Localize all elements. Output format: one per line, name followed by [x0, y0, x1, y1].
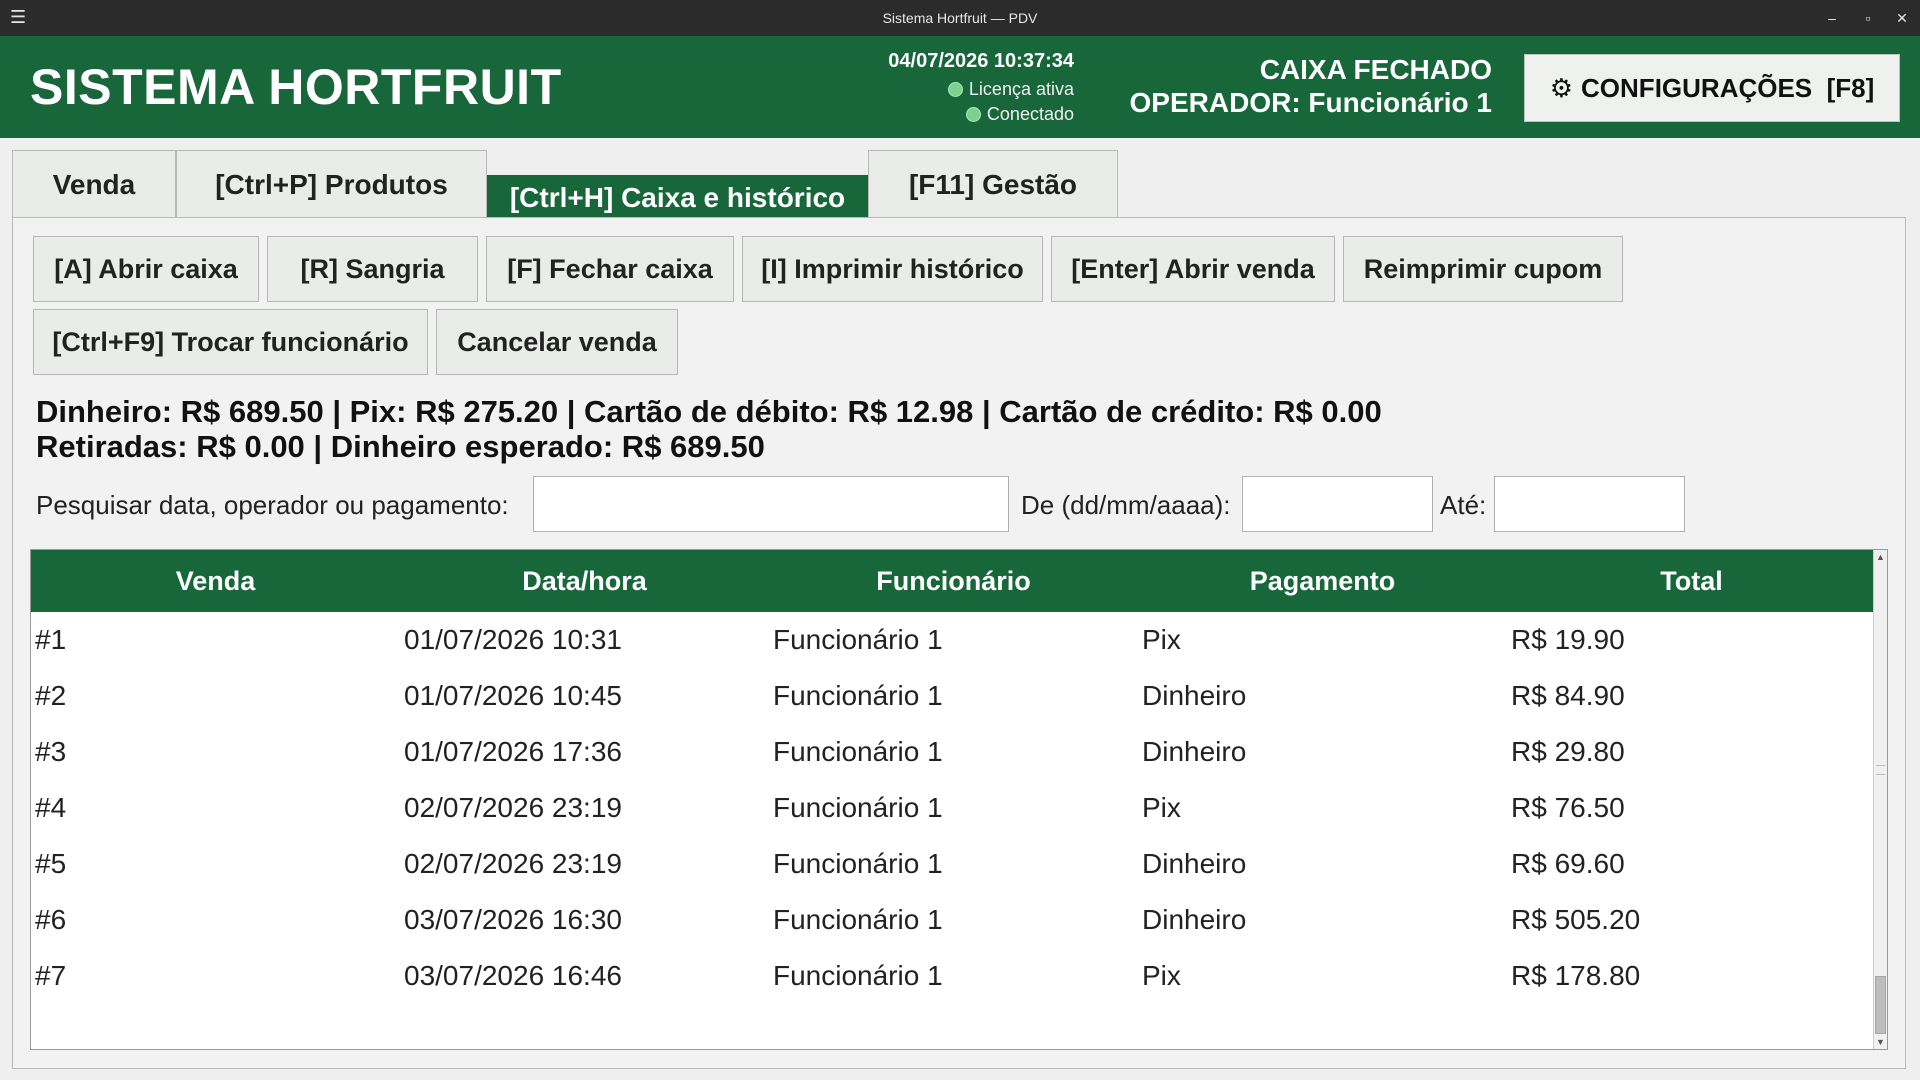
cell-data-hora: 03/07/2026 16:46	[404, 960, 622, 991]
trocar-funcionario-button[interactable]: [Ctrl+F9] Trocar funcionário	[33, 309, 428, 375]
cell-venda: #2	[35, 680, 67, 711]
table-row[interactable]: #3 01/07/2026 17:36 Funcionário 1 Dinhei…	[31, 724, 1875, 780]
cell-venda: #3	[35, 736, 67, 767]
cell-total: R$ 69.60	[1511, 848, 1625, 879]
cell-pagamento: Dinheiro	[1142, 904, 1247, 935]
payment-summary: Dinheiro: R$ 689.50 | Pix: R$ 275.20 | C…	[36, 394, 1382, 429]
table-header: Venda Data/hora Funcionário Pagamento To…	[31, 550, 1875, 612]
column-header-venda[interactable]: Venda	[31, 550, 400, 612]
table-row[interactable]: #2 01/07/2026 10:45 Funcionário 1 Dinhei…	[31, 668, 1875, 724]
cell-pagamento: Dinheiro	[1142, 848, 1247, 879]
cell-pagamento: Pix	[1142, 624, 1181, 655]
table-row[interactable]: #4 02/07/2026 23:19 Funcionário 1 Pix R$…	[31, 780, 1875, 836]
scrollbar-grip	[1876, 765, 1885, 775]
imprimir-historico-button[interactable]: [I] Imprimir histórico	[742, 236, 1043, 302]
maximize-icon[interactable]: ▫	[1852, 0, 1884, 36]
scrollbar-thumb[interactable]	[1875, 976, 1886, 1034]
from-date-input[interactable]	[1242, 476, 1433, 532]
config-button[interactable]: ⚙ CONFIGURAÇÕES [F8]	[1524, 54, 1900, 122]
cell-total: R$ 19.90	[1511, 624, 1625, 655]
cell-venda: #7	[35, 960, 67, 991]
cell-funcionario: Funcionário 1	[773, 960, 943, 991]
connection-status-label: Conectado	[986, 104, 1074, 124]
license-status: Licença ativa	[874, 79, 1074, 100]
sangria-button[interactable]: [R] Sangria	[267, 236, 478, 302]
caixa-status: CAIXA FECHADO	[1259, 54, 1492, 85]
cell-data-hora: 02/07/2026 23:19	[404, 792, 622, 823]
operator-label: OPERADOR: Funcionário 1	[1129, 87, 1492, 118]
window-title: Sistema Hortfruit — PDV	[882, 10, 1038, 26]
cell-total: R$ 178.80	[1511, 960, 1641, 991]
table-scrollbar[interactable]: ▲ ▼	[1873, 550, 1887, 1049]
to-date-label: Até:	[1440, 490, 1487, 520]
cell-venda: #1	[35, 624, 67, 655]
table-row[interactable]: #5 02/07/2026 23:19 Funcionário 1 Dinhei…	[31, 836, 1875, 892]
column-header-data-hora[interactable]: Data/hora	[400, 550, 769, 612]
scroll-up-icon[interactable]: ▲	[1874, 550, 1887, 564]
config-button-label: CONFIGURAÇÕES [F8]	[1581, 72, 1875, 103]
cell-funcionario: Funcionário 1	[773, 848, 943, 879]
search-input[interactable]	[533, 476, 1009, 532]
cell-funcionario: Funcionário 1	[773, 904, 943, 935]
connection-status-dot-icon	[965, 107, 981, 122]
gear-icon: ⚙	[1549, 72, 1574, 103]
cell-total: R$ 505.20	[1511, 904, 1641, 935]
license-status-dot-icon	[947, 82, 963, 97]
abrir-venda-button[interactable]: [Enter] Abrir venda	[1051, 236, 1335, 302]
cell-funcionario: Funcionário 1	[773, 792, 943, 823]
column-header-pagamento[interactable]: Pagamento	[1138, 550, 1507, 612]
connection-status: Conectado	[874, 104, 1074, 125]
cancelar-venda-button[interactable]: Cancelar venda	[436, 309, 678, 375]
cell-total: R$ 84.90	[1511, 680, 1625, 711]
sales-history-table: Venda Data/hora Funcionário Pagamento To…	[30, 549, 1888, 1050]
from-date-label: De (dd/mm/aaaa):	[1021, 490, 1231, 520]
abrir-caixa-button[interactable]: [A] Abrir caixa	[33, 236, 259, 302]
window-titlebar: ☰ Sistema Hortfruit — PDV – ▫ ✕	[0, 0, 1920, 36]
app-title: SISTEMA HORTFRUIT	[30, 59, 562, 115]
tab-caixa-historico[interactable]: [Ctrl+H] Caixa e histórico	[487, 175, 868, 218]
cell-pagamento: Pix	[1142, 960, 1181, 991]
reimprimir-cupom-button[interactable]: Reimprimir cupom	[1343, 236, 1623, 302]
cell-pagamento: Pix	[1142, 792, 1181, 823]
cell-pagamento: Dinheiro	[1142, 736, 1247, 767]
table-row[interactable]: #1 01/07/2026 10:31 Funcionário 1 Pix R$…	[31, 612, 1875, 668]
column-header-funcionario[interactable]: Funcionário	[769, 550, 1138, 612]
column-header-total[interactable]: Total	[1507, 550, 1876, 612]
license-status-label: Licença ativa	[968, 79, 1074, 99]
cell-funcionario: Funcionário 1	[773, 736, 943, 767]
scroll-down-icon[interactable]: ▼	[1874, 1035, 1887, 1049]
tab-gestao[interactable]: [F11] Gestão	[868, 150, 1118, 218]
cell-venda: #4	[35, 792, 67, 823]
table-row[interactable]: #6 03/07/2026 16:30 Funcionário 1 Dinhei…	[31, 892, 1875, 948]
cell-data-hora: 01/07/2026 17:36	[404, 736, 622, 767]
cell-pagamento: Dinheiro	[1142, 680, 1247, 711]
tab-produtos[interactable]: [Ctrl+P] Produtos	[176, 150, 487, 218]
cell-venda: #6	[35, 904, 67, 935]
cell-total: R$ 76.50	[1511, 792, 1625, 823]
cash-summary: Retiradas: R$ 0.00 | Dinheiro esperado: …	[36, 429, 765, 464]
table-row[interactable]: #7 03/07/2026 16:46 Funcionário 1 Pix R$…	[31, 948, 1875, 1004]
cell-funcionario: Funcionário 1	[773, 624, 943, 655]
search-label: Pesquisar data, operador ou pagamento:	[36, 490, 509, 520]
cell-venda: #5	[35, 848, 67, 879]
minimize-icon[interactable]: –	[1816, 0, 1848, 36]
cell-data-hora: 03/07/2026 16:30	[404, 904, 622, 935]
close-icon[interactable]: ✕	[1886, 0, 1918, 36]
to-date-input[interactable]	[1494, 476, 1685, 532]
app-header: SISTEMA HORTFRUIT 04/07/2026 10:37:34 Li…	[0, 36, 1920, 138]
cell-funcionario: Funcionário 1	[773, 680, 943, 711]
table-body: #1 01/07/2026 10:31 Funcionário 1 Pix R$…	[31, 612, 1875, 1004]
cell-data-hora: 01/07/2026 10:45	[404, 680, 622, 711]
cell-data-hora: 01/07/2026 10:31	[404, 624, 622, 655]
cell-total: R$ 29.80	[1511, 736, 1625, 767]
fechar-caixa-button[interactable]: [F] Fechar caixa	[486, 236, 734, 302]
tab-venda[interactable]: Venda	[12, 150, 176, 218]
current-datetime: 04/07/2026 10:37:34	[888, 50, 1074, 72]
cell-data-hora: 02/07/2026 23:19	[404, 848, 622, 879]
